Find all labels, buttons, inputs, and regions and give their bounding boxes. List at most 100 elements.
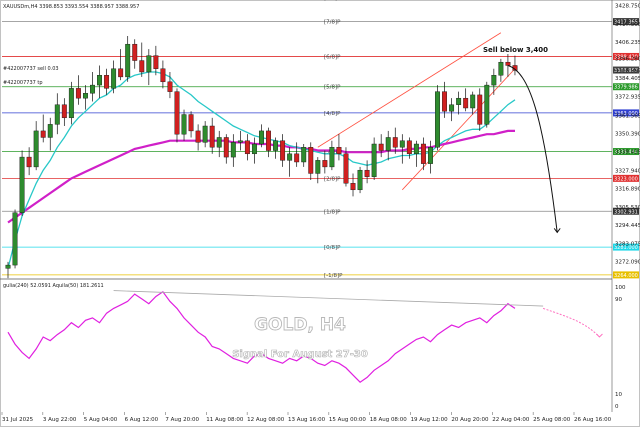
candle-body	[97, 75, 102, 86]
oscillator-tick: 10	[615, 392, 622, 398]
candle-body	[294, 153, 300, 163]
candle-body	[484, 84, 490, 125]
time-tick: 5 Aug 04:00	[84, 417, 118, 423]
watermark-subtitle: Signal For August 27-30	[232, 349, 368, 360]
price-tick: 3316.890	[615, 186, 640, 192]
candle-body	[463, 97, 469, 109]
trading-chart: [8/8]P[7/8]P[6/8]P[5/8]P[4/8]P[3/8]P[2/8…	[0, 0, 640, 427]
time-tick: 3 Aug 22:00	[43, 417, 77, 423]
candle-body	[301, 147, 307, 163]
candle-body	[315, 160, 321, 174]
price-tick: 3417.365	[615, 22, 640, 28]
time-tick: 11 Aug 08:00	[206, 417, 244, 423]
candle-body	[167, 81, 173, 92]
order-sell-label: #422007737 sell 0.03	[3, 66, 59, 72]
candle-body	[364, 169, 370, 177]
candle-body	[266, 130, 271, 151]
candle-body	[146, 55, 152, 73]
price-tick: 3372.935	[615, 95, 640, 101]
murray-level-label: [7/8]P	[324, 20, 341, 26]
time-tick: 18 Aug 08:00	[370, 417, 408, 423]
time-tick: 12 Aug 08:00	[247, 417, 285, 423]
candle-body	[195, 130, 201, 143]
candle-body	[5, 264, 11, 269]
murray-level-label: [2/8]P	[324, 176, 341, 182]
candle-body	[442, 91, 448, 112]
candle-body	[350, 183, 356, 191]
candle-body	[244, 140, 250, 155]
candle-body	[385, 137, 391, 151]
price-tick: 3428.750	[615, 3, 640, 9]
candle-body	[259, 130, 264, 145]
candle-body	[160, 68, 166, 83]
candle-body	[19, 156, 25, 213]
price-tag-text: 3323.000	[614, 176, 638, 182]
candle-body	[329, 147, 335, 168]
candle-body	[40, 130, 46, 138]
candle-body	[132, 43, 138, 61]
candle-body	[237, 140, 243, 143]
bull-candle	[357, 166, 363, 194]
murray-level-label: [-1/8]P	[324, 273, 343, 279]
time-tick: 31 Jul 2025	[2, 417, 34, 423]
candle-body	[68, 88, 74, 119]
candle-body	[26, 156, 32, 168]
price-tick: 3388.957	[615, 68, 640, 74]
candle-body	[111, 68, 117, 89]
candle-body	[12, 212, 18, 266]
candle-body	[456, 97, 462, 105]
price-tick: 3283.075	[615, 242, 640, 248]
price-tick: 3305.530	[615, 205, 640, 211]
bull-candle	[371, 137, 377, 180]
time-tick: 20 Aug 20:00	[451, 417, 489, 423]
candle-body	[491, 75, 497, 86]
oscillator-label: gulia(240) 52.0591 Aquila(50) 181.2611	[3, 283, 104, 289]
bear-candle	[477, 88, 483, 131]
candle-body	[287, 153, 293, 161]
candle-body	[371, 143, 377, 177]
candle-body	[104, 75, 110, 89]
time-tick: 26 Aug 16:00	[574, 417, 612, 423]
candle-body	[435, 91, 440, 148]
candle-body	[202, 125, 208, 143]
candle-body	[230, 142, 236, 158]
candle-body	[477, 94, 483, 125]
murray-level-label: [5/8]P	[324, 85, 341, 91]
candle-body	[223, 137, 229, 158]
time-tick: 6 Aug 12:00	[125, 417, 159, 423]
oscillator-tick: 90	[615, 297, 622, 303]
price-tag-text: 3379.986	[614, 85, 638, 91]
bull-candle	[19, 150, 25, 216]
candle-body	[357, 169, 363, 191]
price-tick: 3327.940	[615, 168, 640, 174]
price-tick: 3396.280	[615, 56, 640, 62]
order-tp-label: #422007737 tp	[3, 80, 43, 86]
sell-note: Sell below 3,400	[483, 46, 548, 54]
murray-level-label: [0/8]P	[324, 245, 341, 251]
candle-body	[75, 88, 81, 99]
murray-level-label: [8/8]P	[324, 0, 341, 2]
candle-body	[392, 137, 398, 148]
symbol-line: XAUUSDm,H4 3398.853 3393.554 3388.957 33…	[3, 4, 139, 10]
oscillator-tick: 100	[615, 285, 626, 291]
candle-body	[449, 104, 455, 112]
candle-body	[505, 61, 511, 66]
candle-body	[174, 91, 180, 135]
candle-body	[125, 43, 131, 78]
bull-candle	[484, 81, 490, 128]
price-tick: 3350.390	[615, 132, 640, 138]
watermark-title: GOLD, H4	[254, 315, 346, 335]
candle-body	[280, 140, 286, 161]
price-axis: 3428.750 3417.365 3406.235 3396.280 3388.957…	[615, 3, 640, 265]
oscillator-tick: 0	[615, 404, 619, 410]
bull-candle	[12, 209, 18, 269]
time-tick: 13 Aug 16:00	[288, 417, 326, 423]
candle-body	[216, 137, 222, 148]
bull-candle	[68, 81, 74, 125]
candle-body	[188, 114, 194, 132]
price-tag-text: 3264.000	[614, 273, 638, 279]
candle-body	[61, 104, 67, 119]
price-tick: 3361.565	[615, 113, 640, 119]
candle-body	[498, 61, 504, 76]
price-tick: 3339.435	[615, 149, 640, 155]
